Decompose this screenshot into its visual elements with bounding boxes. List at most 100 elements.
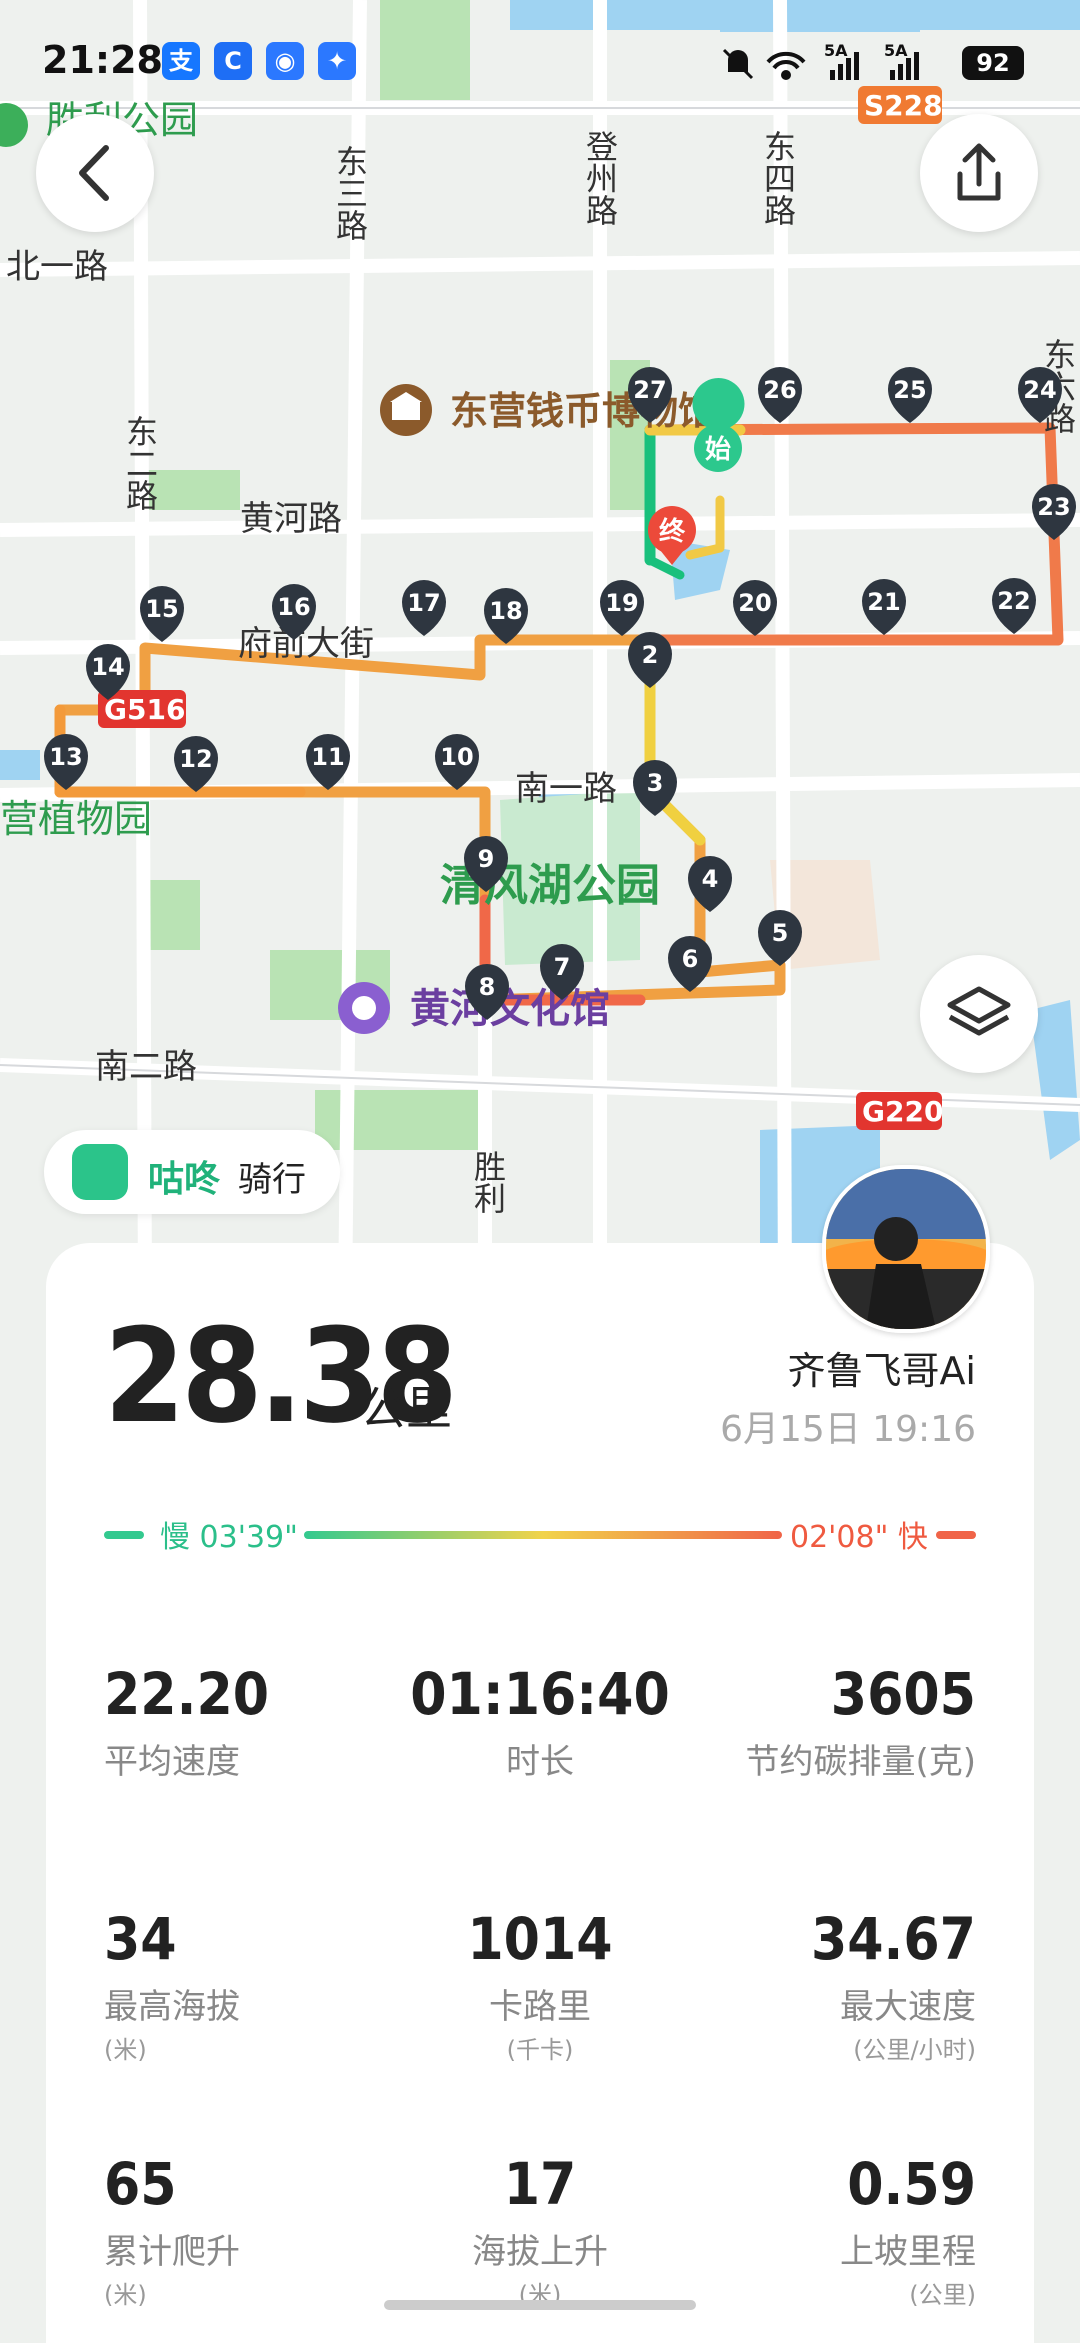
bulb-notification-icon: ✦ (318, 42, 356, 80)
stat-uphill-distance: 0.59 上坡里程 (公里) (676, 2150, 976, 2310)
label-coin-museum: 东营钱币博物馆 (450, 389, 716, 433)
svg-text:始: 始 (705, 435, 731, 465)
pace-slow-label: 慢 03'39" (160, 1520, 298, 1555)
stat-unit: (米) (104, 2036, 147, 2064)
km-marker-label: 21 (867, 588, 900, 616)
share-button[interactable] (920, 114, 1038, 232)
km-marker-label: 12 (179, 745, 212, 773)
stat-unit: (米) (104, 2281, 147, 2309)
label-nan1-road: 南一路 (515, 769, 617, 809)
km-marker-label: 27 (633, 376, 666, 404)
signal-label-1: 5A (824, 44, 848, 60)
km-marker-label: 8 (479, 973, 496, 1001)
label-dong3-road: 东三路 (331, 145, 369, 241)
km-marker-label: 14 (91, 653, 124, 681)
km-marker-label: 4 (702, 865, 719, 893)
brand-name: 咕咚 (148, 1159, 221, 1200)
km-marker-label: 22 (997, 587, 1030, 615)
shield-notification-icon: ◉ (266, 42, 304, 80)
label-huanghe-road: 黄河路 (240, 499, 342, 539)
stat-avg-speed: 22.20 平均速度 (104, 1660, 404, 1783)
route-map[interactable]: 胜利公园 北一路 黄河路 府前大街 南一路 南二路 营植物园 清风湖公园 东营钱… (0, 0, 1080, 1300)
label-dong2-road: 东二路 (121, 415, 159, 511)
user-name: 齐鲁飞哥Ai (787, 1349, 976, 1393)
km-marker-label: 7 (554, 953, 571, 981)
km-marker-label: 26 (763, 376, 796, 404)
highway-g516: G516 (104, 693, 185, 726)
stat-value: 3605 (830, 1660, 976, 1728)
activity-type: 骑行 (238, 1160, 306, 1200)
stat-value: 34.67 (810, 1905, 976, 1973)
alipay-icon: 支 (162, 42, 200, 80)
stat-calories: 1014 卡路里 (千卡) (390, 1905, 690, 2065)
stat-max-speed: 34.67 最大速度 (公里/小时) (676, 1905, 976, 2065)
stat-label: 卡路里 (489, 1987, 591, 2027)
stat-label: 时长 (506, 1742, 574, 1782)
stat-total-climb: 65 累计爬升 (米) (104, 2150, 404, 2310)
culture-center-icon (338, 982, 390, 1034)
svg-text:终: 终 (659, 516, 686, 547)
back-button[interactable] (36, 114, 154, 232)
km-marker-label: 24 (1023, 376, 1056, 404)
km-marker-label: 2 (642, 641, 659, 669)
km-marker-label: 17 (407, 589, 440, 617)
stat-value: 01:16:40 (410, 1660, 670, 1728)
stat-unit: (公里) (909, 2281, 976, 2309)
km-marker-label: 18 (489, 597, 522, 625)
km-marker-label: 23 (1037, 493, 1070, 521)
km-marker-label: 13 (49, 743, 82, 771)
stat-label: 节约碳排量(克) (745, 1742, 976, 1782)
km-marker-label: 15 (145, 595, 178, 623)
label-dong4-road: 东四路 (759, 130, 797, 226)
map-layers-button[interactable] (920, 955, 1038, 1073)
codoon-logo-icon (72, 1144, 128, 1200)
status-icons: 5A 5A (722, 44, 919, 80)
stat-max-altitude: 34 最高海拔 (米) (104, 1905, 404, 2065)
km-marker-label: 11 (311, 743, 344, 771)
stat-value: 34 (104, 1905, 177, 1973)
label-nan2-road: 南二路 (95, 1047, 197, 1087)
km-marker-label: 19 (605, 589, 638, 617)
status-bar: 21:28 支 C ◉ ✦ 5A 5A 92 (0, 0, 1080, 120)
stat-unit: (千卡) (506, 2036, 574, 2064)
pace-fast-label: 02'08" 快 (790, 1520, 928, 1555)
stat-value: 17 (503, 2150, 577, 2218)
avatar[interactable] (822, 1165, 990, 1333)
km-marker-label: 16 (277, 593, 310, 621)
status-time: 21:28 (42, 38, 163, 82)
home-indicator[interactable] (384, 2300, 696, 2310)
museum-icon (380, 384, 432, 436)
stat-elevation-gain: 17 海拔上升 (米) (390, 2150, 690, 2310)
wifi-icon (766, 51, 806, 80)
stat-label: 平均速度 (104, 1742, 240, 1782)
stat-value: 22.20 (104, 1660, 270, 1728)
battery-indicator: 92 (962, 46, 1024, 80)
stat-label: 最大速度 (840, 1987, 976, 2027)
label-botanic-garden: 营植物园 (0, 797, 152, 841)
share-icon (957, 143, 1001, 201)
activity-datetime: 6月15日 19:16 (720, 1409, 976, 1450)
km-marker-label: 10 (440, 743, 473, 771)
stat-label: 累计爬升 (104, 2232, 240, 2272)
label-north1-road: 北一路 (6, 247, 108, 287)
km-marker-label: 6 (682, 945, 699, 973)
app-notification-icon: C (214, 42, 252, 80)
avatar-image (826, 1169, 986, 1329)
stat-duration: 01:16:40 时长 (390, 1660, 690, 1783)
stat-label: 海拔上升 (472, 2232, 608, 2272)
km-marker-label: 9 (478, 845, 495, 873)
label-shengli-road: 胜利 (469, 1150, 507, 1214)
layers-icon (947, 986, 1011, 1036)
chevron-left-icon (79, 145, 109, 201)
km-marker-label: 20 (738, 589, 771, 617)
km-marker-label: 5 (772, 919, 789, 947)
stat-value: 0.59 (847, 2150, 976, 2218)
stat-label: 最高海拔 (104, 1987, 240, 2027)
distance-unit: 公里 (360, 1381, 452, 1435)
mute-icon (722, 48, 754, 80)
label-fuqian-street: 府前大街 (238, 624, 374, 664)
label-dengzhou-road: 登州路 (581, 130, 619, 226)
stat-carbon-saved: 3605 节约碳排量(克) (676, 1660, 976, 1783)
stat-value: 1014 (467, 1905, 613, 1973)
stat-label: 上坡里程 (840, 2232, 976, 2272)
